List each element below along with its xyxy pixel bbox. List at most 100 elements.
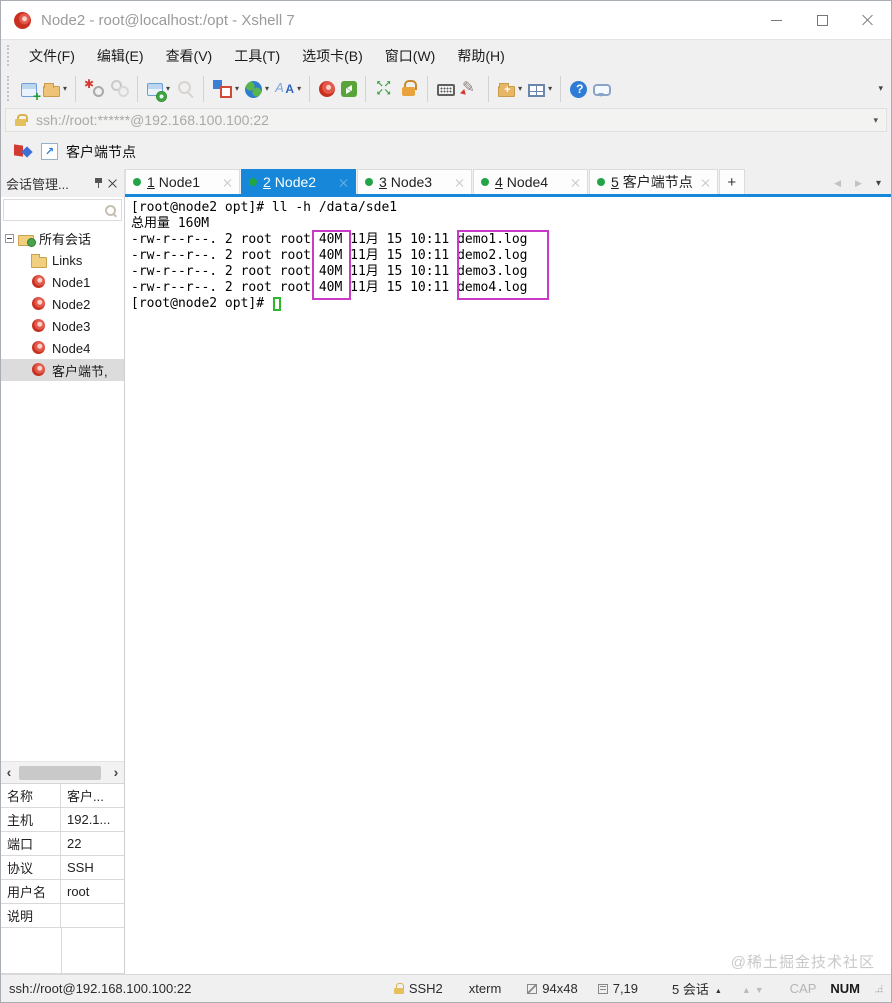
dropdown-arrow-icon[interactable] (63, 84, 67, 93)
title-bar: Node2 - root@localhost:/opt - Xshell 7 (1, 1, 891, 39)
property-key: 主机 (1, 808, 61, 831)
property-key: 用户名 (1, 880, 61, 903)
bookmark-flag-icon[interactable] (13, 144, 33, 160)
bookmark-item[interactable]: 客户端节点 (66, 142, 136, 162)
tree-item[interactable]: Node2 (1, 293, 124, 315)
menu-item[interactable]: 选项卡(B) (291, 42, 374, 70)
split-window-icon[interactable] (528, 83, 546, 97)
tree-item[interactable]: 客户端节, (1, 359, 124, 381)
connected-dot-icon (365, 178, 373, 186)
open-session-icon[interactable] (43, 82, 60, 97)
session-tab[interactable]: 4 Node4 (473, 169, 588, 194)
tab-scroll-left-icon[interactable] (834, 173, 841, 191)
session-tab[interactable]: 3 Node3 (357, 169, 472, 194)
cursor-position-icon (597, 983, 608, 994)
pin-panel-icon[interactable] (93, 177, 104, 189)
font-icon[interactable] (275, 79, 294, 98)
tree-item[interactable]: Node4 (1, 337, 124, 359)
property-key: 说明 (1, 904, 61, 927)
tree-item[interactable]: Node3 (1, 315, 124, 337)
menu-bar: 文件(F) 编辑(E) 查看(V) 工具(T) 选项卡(B) 窗口(W) 帮助(H) (1, 39, 891, 71)
tree-item-icon (31, 363, 47, 377)
tab-close-icon[interactable] (455, 178, 464, 187)
tree-item-icon (31, 319, 47, 333)
new-session-icon[interactable] (21, 82, 41, 104)
session-tab[interactable]: 1 Node1 (125, 169, 240, 194)
tile-layout-icon[interactable] (213, 79, 233, 98)
tree-item[interactable]: Node1 (1, 271, 124, 293)
address-field[interactable]: ssh://root:******@192.168.100.100:22 (5, 108, 887, 132)
menu-item[interactable]: 帮助(H) (446, 42, 515, 70)
tab-close-icon[interactable] (571, 178, 580, 187)
menu-item[interactable]: 编辑(E) (86, 42, 155, 70)
menu-item[interactable]: 工具(T) (223, 42, 291, 70)
terminal-area[interactable]: [root@node2 opt]# ll -h /data/sde1 总用量 16… (125, 197, 891, 974)
address-dropdown-icon[interactable] (873, 115, 878, 126)
dropdown-arrow-icon[interactable] (265, 84, 269, 93)
close-panel-icon[interactable] (108, 179, 117, 188)
menubar-grip (7, 44, 12, 67)
new-file-transfer-icon[interactable] (498, 82, 516, 97)
new-tab-button[interactable] (718, 169, 745, 194)
tab-close-icon[interactable] (701, 178, 710, 187)
tab-close-icon[interactable] (223, 178, 232, 187)
xftp-transfer-icon[interactable] (341, 81, 358, 97)
fullscreen-icon[interactable] (375, 79, 394, 98)
session-properties-icon[interactable] (147, 83, 167, 101)
property-value: 192.1... (67, 812, 111, 827)
status-protocol: SSH2 (393, 981, 443, 996)
lock-screen-icon[interactable] (400, 80, 419, 99)
session-tab[interactable]: 2 Node2 (241, 169, 356, 194)
status-session-count[interactable]: 5 会话 (672, 979, 722, 998)
highlighter-icon[interactable] (461, 78, 480, 98)
scrollbar-thumb[interactable] (19, 765, 101, 780)
close-button[interactable] (845, 1, 891, 39)
dropdown-arrow-icon[interactable] (166, 84, 170, 93)
bookmark-link-icon[interactable] (41, 143, 58, 160)
terminal-line: -rw-r--r--. 2 root root 40M 11月 15 10:11… (131, 232, 528, 247)
encoding-globe-icon[interactable] (245, 80, 263, 98)
connected-dot-icon (481, 178, 489, 186)
feedback-icon[interactable] (593, 83, 612, 97)
tab-bar: 1 Node1 2 Node2 3 Node3 4 Node4 5 客户端节点 … (125, 169, 891, 197)
dropdown-arrow-icon[interactable] (297, 84, 301, 93)
menu-item[interactable]: 窗口(W) (374, 42, 447, 70)
maximize-button[interactable] (799, 1, 845, 39)
disconnect-icon[interactable] (84, 77, 105, 98)
property-value: root (67, 884, 90, 899)
sidebar-horizontal-scrollbar[interactable] (1, 761, 124, 783)
virtual-keyboard-icon[interactable] (437, 84, 456, 96)
toolbar (1, 71, 891, 106)
reconnect-icon[interactable] (110, 79, 130, 98)
dropdown-arrow-icon[interactable] (235, 84, 239, 93)
tree-collapse-icon[interactable] (5, 233, 14, 243)
menu-item[interactable]: 文件(F) (18, 42, 86, 70)
tree-item[interactable]: Links (1, 249, 124, 271)
menu-item[interactable]: 查看(V) (155, 42, 224, 70)
resize-grip-icon[interactable] (874, 984, 883, 993)
tab-list-dropdown-icon[interactable] (876, 173, 881, 191)
terminal-line: -rw-r--r--. 2 root root 40M 11月 15 10:11… (131, 264, 528, 279)
xagent-shell-icon[interactable] (319, 81, 336, 97)
scroll-up-icon[interactable] (742, 981, 751, 996)
scroll-right-icon[interactable] (108, 764, 124, 782)
tab-scroll-right-icon[interactable] (855, 173, 862, 191)
property-row: 说明 (1, 904, 124, 928)
terminal-line: -rw-r--r--. 2 root root 40M 11月 15 10:11… (131, 280, 528, 295)
property-value: 22 (67, 836, 82, 851)
session-tab[interactable]: 5 客户端节点 (589, 169, 718, 194)
dropdown-arrow-icon[interactable] (548, 84, 552, 93)
tab-close-icon[interactable] (339, 178, 348, 187)
minimize-button[interactable] (753, 1, 799, 39)
session-search-input[interactable] (3, 199, 122, 221)
scroll-left-icon[interactable] (1, 764, 17, 782)
dropdown-arrow-icon[interactable] (518, 84, 522, 93)
help-icon[interactable] (570, 80, 588, 98)
status-connection-url: ssh://root@192.168.100.100:22 (9, 981, 192, 996)
scroll-down-icon[interactable] (751, 981, 764, 996)
address-url[interactable]: ssh://root:******@192.168.100.100:22 (36, 112, 867, 128)
tree-item[interactable]: 所有会话 (1, 227, 124, 249)
sidebar-empty-area (1, 381, 124, 761)
toolbar-overflow-icon[interactable] (878, 83, 883, 94)
find-icon[interactable] (176, 79, 195, 98)
